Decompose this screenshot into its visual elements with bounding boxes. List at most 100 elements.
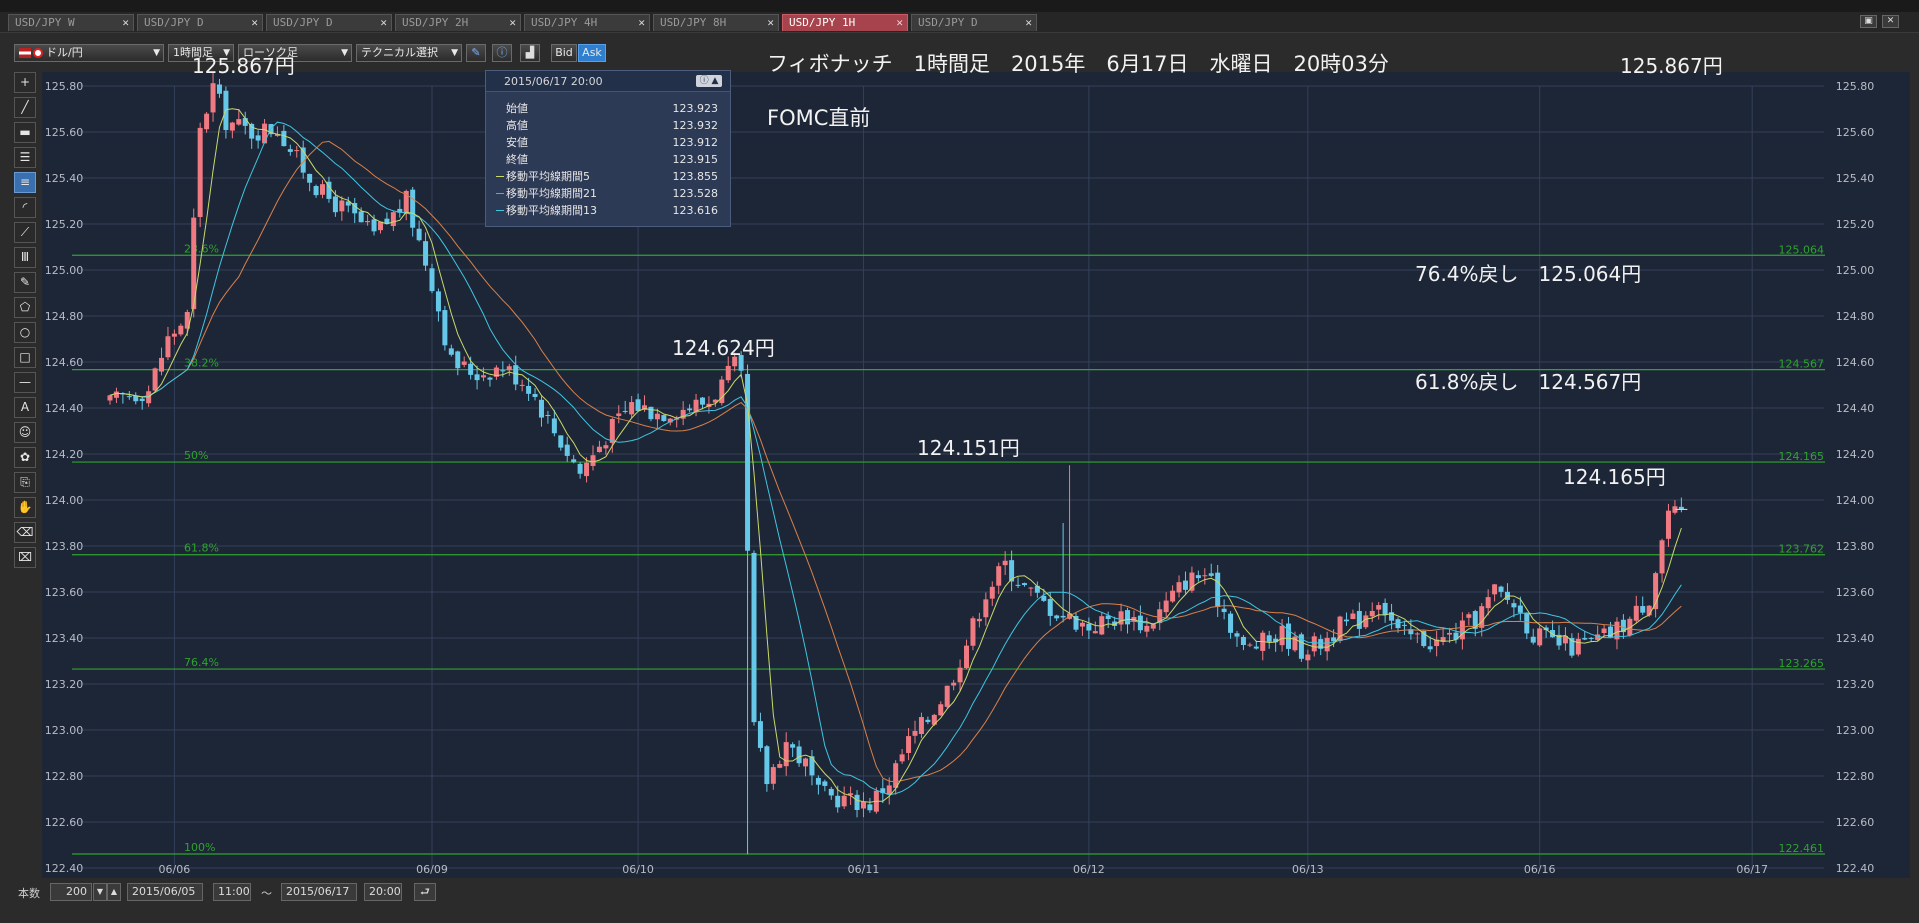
tab-6[interactable]: USD/JPY 1H ✕ <box>782 14 908 31</box>
candle-body <box>236 119 242 125</box>
close-icon[interactable]: ✕ <box>251 15 258 31</box>
channel-icon[interactable]: ≡ <box>14 172 36 193</box>
candle-body <box>249 123 255 139</box>
fib-level-value: 123.762 <box>1779 543 1825 556</box>
candle-body <box>358 211 364 223</box>
area-chart-icon[interactable]: ▟ <box>520 44 540 62</box>
fibo-arc-icon[interactable]: ◜ <box>14 197 36 218</box>
ruler-icon[interactable]: ▬ <box>14 122 36 143</box>
ohlc-row-value: 123.616 <box>672 204 719 217</box>
to-date-input[interactable]: 2015/06/17 <box>281 883 357 901</box>
candle-body <box>1640 606 1646 613</box>
pentagon-icon[interactable]: ⬠ <box>14 297 36 318</box>
candle-body <box>178 325 184 335</box>
tab-label: USD/JPY D <box>273 16 333 29</box>
candle-body <box>609 419 615 443</box>
close-icon[interactable]: ✕ <box>767 15 774 31</box>
tab-1[interactable]: USD/JPY D ✕ <box>137 14 263 31</box>
close-icon[interactable]: ✕ <box>122 15 129 31</box>
pen-icon[interactable]: ✎ <box>14 272 36 293</box>
rectangle-icon[interactable]: □ <box>14 347 36 368</box>
from-date-input[interactable]: 2015/06/05 <box>127 883 203 901</box>
refresh-icon[interactable]: ⮐ <box>414 883 436 901</box>
hline-icon[interactable]: — <box>14 372 36 393</box>
fibo-fan-icon[interactable]: ⟋ <box>14 222 36 243</box>
restore-window-button[interactable]: ▣ <box>1860 15 1877 28</box>
trendline-icon[interactable]: ╱ <box>14 97 36 118</box>
candle-body <box>1234 633 1240 637</box>
eraser-icon[interactable]: ⌫ <box>14 522 36 543</box>
tab-4[interactable]: USD/JPY 4H ✕ <box>524 14 650 31</box>
retracement-764-annotation: 76.4%戻し 125.064円 <box>1415 262 1642 286</box>
candle-body <box>989 586 995 599</box>
candle-body <box>429 268 435 292</box>
close-icon[interactable]: ✕ <box>509 15 516 31</box>
candle-body <box>1646 605 1652 616</box>
text-icon[interactable]: A <box>14 397 36 418</box>
candle-body <box>783 742 789 767</box>
info-icon[interactable]: ⓘ <box>492 44 512 62</box>
crosshair-icon[interactable]: + <box>14 72 36 93</box>
bid-button[interactable]: Bid <box>551 44 577 62</box>
top-strip <box>0 0 1919 12</box>
candle-body <box>165 336 171 358</box>
candle-body <box>1253 646 1259 649</box>
gann-icon[interactable]: Ⅲ <box>14 247 36 268</box>
tab-bar: USD/JPY W ✕ USD/JPY D ✕ USD/JPY D ✕ USD/JPY 2H… <box>0 12 1919 33</box>
to-time-input[interactable]: 20:00 <box>364 883 402 901</box>
candle-body <box>126 396 132 398</box>
candle-body <box>835 795 841 808</box>
y-tick-label-right: 124.40 <box>1836 402 1875 415</box>
candle-body <box>500 370 506 372</box>
close-window-button[interactable]: ✕ <box>1882 15 1899 28</box>
candle-body <box>654 413 660 420</box>
fib-level-label: 100% <box>184 841 215 854</box>
candle-body <box>384 218 390 224</box>
hand-icon[interactable]: ✋ <box>14 497 36 518</box>
tab-label: USD/JPY 2H <box>402 16 469 29</box>
high-annotation: 125.867円 <box>192 54 295 78</box>
tab-label: USD/JPY W <box>15 16 75 29</box>
tab-5[interactable]: USD/JPY 8H ✕ <box>653 14 779 31</box>
candle-body <box>1144 625 1150 632</box>
brush-icon[interactable]: ✿ <box>14 447 36 468</box>
candle-body <box>1118 611 1124 625</box>
y-tick-label-left: 123.60 <box>45 586 84 599</box>
candle-body <box>596 446 602 453</box>
stamp-icon[interactable]: ☺ <box>14 422 36 443</box>
count-down-icon[interactable]: ▼ <box>93 883 107 901</box>
bar-count-input[interactable]: 200 <box>50 883 92 901</box>
ask-button[interactable]: Ask <box>578 44 606 62</box>
tab-0[interactable]: USD/JPY W ✕ <box>8 14 134 31</box>
close-icon[interactable]: ✕ <box>896 15 903 31</box>
tab-2[interactable]: USD/JPY D ✕ <box>266 14 392 31</box>
from-time-input[interactable]: 11:00 <box>213 883 251 901</box>
clear-all-icon[interactable]: ⌧ <box>14 547 36 568</box>
level-50-annotation: 124.165円 <box>1563 465 1666 489</box>
y-tick-label-left: 124.00 <box>45 494 84 507</box>
copy-icon[interactable]: ⎘ <box>14 472 36 493</box>
pencil-icon[interactable]: ✎ <box>466 44 486 62</box>
peak-0610-annotation: 124.624円 <box>672 336 775 360</box>
candle-body <box>1002 560 1008 566</box>
close-icon[interactable]: ✕ <box>1025 15 1032 31</box>
candle-body <box>1582 638 1588 640</box>
candle-body <box>1537 628 1543 646</box>
tab-3[interactable]: USD/JPY 2H ✕ <box>395 14 521 31</box>
ohlc-row-label: 移動平均線期間21 <box>506 187 597 200</box>
info-collapse-icon[interactable]: ⓘ ▲ <box>696 75 722 87</box>
candle-body <box>648 406 654 420</box>
candle-body <box>661 415 667 421</box>
pair-select[interactable]: ドル/円 ▼ <box>14 44 164 62</box>
candle-body <box>1382 602 1388 615</box>
candle-body <box>822 781 828 786</box>
close-icon[interactable]: ✕ <box>380 15 387 31</box>
hlines-icon[interactable]: ☰ <box>14 147 36 168</box>
candle-body <box>281 130 287 147</box>
candle-body <box>435 291 441 312</box>
tab-7[interactable]: USD/JPY D ✕ <box>911 14 1037 31</box>
close-icon[interactable]: ✕ <box>638 15 645 31</box>
circle-icon[interactable]: ○ <box>14 322 36 343</box>
technical-select[interactable]: テクニカル選択 ▼ <box>356 44 462 62</box>
count-up-icon[interactable]: ▲ <box>107 883 121 901</box>
